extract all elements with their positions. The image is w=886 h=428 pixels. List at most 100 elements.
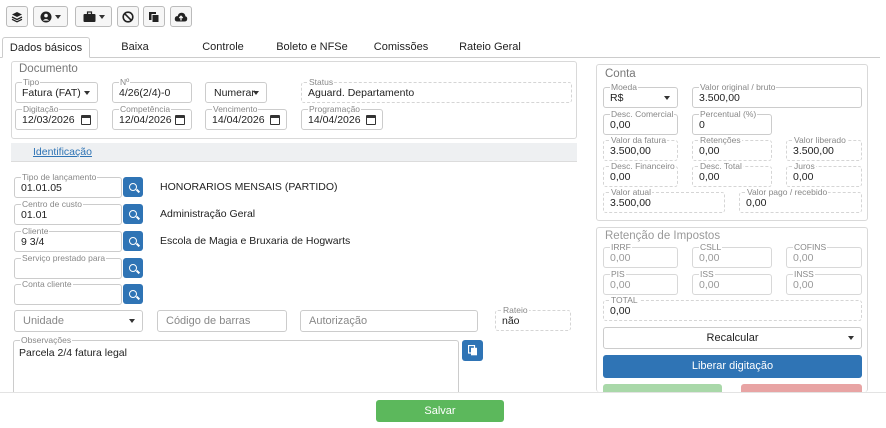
desc-comercial-field[interactable]: Desc. Comercial 0,00	[603, 110, 678, 135]
search-icon	[129, 183, 137, 191]
status-value: Aguard. Departamento	[308, 87, 415, 99]
numero-field[interactable]: Nº 4/26(2/4)-0	[112, 78, 192, 103]
juros-field: Juros 0,00	[786, 162, 862, 187]
iss-label: ISS	[699, 269, 715, 279]
vencimento-value: 14/04/2026	[212, 114, 265, 126]
programacao-date[interactable]: Programação 14/04/2026	[301, 105, 383, 130]
tab-boleto-nfse[interactable]: Boleto e NFSe	[266, 37, 358, 58]
desc-total-value: 0,00	[699, 171, 720, 183]
iss-value: 0,00	[699, 279, 720, 291]
reject-button[interactable]	[741, 384, 862, 392]
tipo-lancamento-search-button[interactable]	[123, 177, 143, 197]
copy-button[interactable]	[143, 6, 165, 27]
desc-total-field: Desc. Total 0,00	[692, 162, 772, 187]
centro-custo-field[interactable]: Centro de custo 01.01	[14, 200, 122, 225]
cancel-button[interactable]	[117, 6, 139, 27]
tipo-select[interactable]: Tipo Fatura (FAT)	[15, 78, 98, 103]
unidade-select[interactable]: Unidade	[14, 310, 143, 332]
autorizacao-input[interactable]: Autorização	[300, 310, 478, 332]
chevron-down-icon	[129, 319, 135, 323]
briefcase-menu-button[interactable]	[75, 6, 112, 27]
centro-custo-search-button[interactable]	[123, 204, 143, 224]
numerar-value: Numerar	[214, 87, 255, 99]
calendar-icon[interactable]	[366, 115, 376, 125]
tab-baixa[interactable]: Baixa	[90, 37, 180, 58]
tipo-lancamento-desc: HONORARIOS MENSAIS (PARTIDO)	[160, 181, 338, 193]
user-icon	[40, 11, 52, 22]
cliente-field[interactable]: Cliente 9 3/4	[14, 227, 122, 252]
tab-dados-basicos[interactable]: Dados básicos	[2, 37, 90, 58]
rateio-field: Rateio não	[495, 306, 571, 331]
cliente-search-button[interactable]	[123, 231, 143, 251]
desc-comercial-label: Desc. Comercial	[610, 109, 675, 119]
upload-button[interactable]	[170, 6, 192, 27]
moeda-label: Moeda	[610, 82, 638, 92]
tab-rateio-geral[interactable]: Rateio Geral	[444, 37, 536, 58]
total-label: TOTAL	[610, 295, 639, 305]
cofins-value: 0,00	[793, 252, 814, 264]
user-menu-button[interactable]	[33, 6, 68, 27]
percentual-field[interactable]: Percentual (%) 0	[692, 110, 772, 135]
layers-button[interactable]	[6, 6, 28, 27]
calendar-icon[interactable]	[270, 115, 280, 125]
tipo-lancamento-value: 01.01.05	[21, 182, 62, 194]
codigo-barras-placeholder: Código de barras	[166, 315, 251, 327]
recalcular-select[interactable]: Recalcular	[603, 327, 862, 349]
valor-original-value: 3.500,00	[699, 92, 740, 104]
liberar-digitacao-button[interactable]: Liberar digitação	[603, 355, 862, 378]
copy-icon	[149, 11, 160, 23]
valor-liberado-value: 3.500,00	[793, 145, 834, 157]
tipo-lancamento-label: Tipo de lançamento	[21, 172, 98, 182]
calendar-icon[interactable]	[81, 115, 91, 125]
chevron-down-icon	[84, 90, 90, 95]
numero-label: Nº	[119, 77, 131, 87]
calendar-icon[interactable]	[175, 115, 185, 125]
servico-prestado-search-button[interactable]	[123, 258, 143, 278]
tipo-label: Tipo	[22, 77, 41, 87]
digitacao-date[interactable]: Digitação 12/03/2026	[15, 105, 98, 130]
irrf-value: 0,00	[610, 252, 631, 264]
numerar-select[interactable]: Numerar	[205, 82, 267, 103]
tipo-lancamento-field[interactable]: Tipo de lançamento 01.01.05	[14, 173, 122, 198]
tab-controle[interactable]: Controle	[180, 37, 266, 58]
approve-button[interactable]	[603, 384, 722, 392]
competencia-value: 12/04/2026	[119, 114, 172, 126]
conta-cliente-field[interactable]: Conta cliente	[14, 280, 122, 305]
moeda-select[interactable]: Moeda R$	[603, 83, 678, 108]
juros-value: 0,00	[793, 171, 814, 183]
identificacao-link[interactable]: Identificação	[33, 146, 92, 158]
total-field: TOTAL 0,00	[603, 296, 862, 321]
layers-icon	[11, 11, 23, 23]
servico-prestado-field[interactable]: Serviço prestado para	[14, 254, 122, 279]
rateio-label: Rateio	[502, 305, 529, 315]
competencia-label: Competência	[119, 104, 172, 114]
retencoes-value: 0,00	[699, 145, 720, 157]
search-icon	[129, 210, 137, 218]
digitacao-label: Digitação	[22, 104, 60, 114]
tipo-value: Fatura (FAT)	[22, 87, 81, 99]
valor-liberado-field: Valor liberado 3.500,00	[786, 136, 862, 161]
percentual-value: 0	[699, 119, 705, 131]
valor-original-field[interactable]: Valor original / bruto 3.500,00	[692, 83, 862, 108]
csll-value: 0,00	[699, 252, 720, 264]
retencoes-label: Retenções	[699, 135, 742, 145]
conta-cliente-search-button[interactable]	[123, 284, 143, 304]
search-icon	[129, 290, 137, 298]
chevron-down-icon	[253, 90, 259, 95]
save-button[interactable]: Salvar	[376, 400, 504, 422]
vencimento-date[interactable]: Vencimento 14/04/2026	[205, 105, 287, 130]
codigo-barras-input[interactable]: Código de barras	[157, 310, 287, 332]
copy-observacoes-button[interactable]	[462, 340, 483, 361]
valor-pago-label: Valor pago / recebido	[746, 187, 829, 197]
cliente-value: 9 3/4	[21, 236, 45, 248]
valor-pago-value: 0,00	[746, 197, 767, 209]
inss-label: INSS	[793, 269, 815, 279]
observacoes-textarea[interactable]: Observações Parcela 2/4 fatura legal	[13, 336, 459, 392]
tab-bar: Dados básicos Baixa Controle Boleto e NF…	[0, 37, 880, 58]
tab-comissoes[interactable]: Comissões	[358, 37, 444, 58]
identificacao-header: Identificação	[11, 143, 577, 162]
inss-value: 0,00	[793, 279, 814, 291]
csll-field: CSLL 0,00	[692, 243, 772, 268]
desc-financeiro-label: Desc. Financeiro	[610, 161, 676, 171]
competencia-date[interactable]: Competência 12/04/2026	[112, 105, 192, 130]
